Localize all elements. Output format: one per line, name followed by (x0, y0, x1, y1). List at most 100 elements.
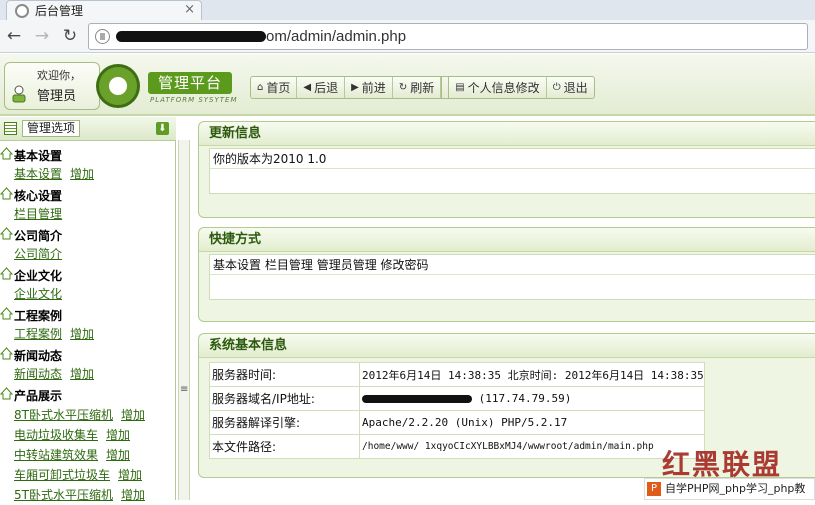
redacted-domain (362, 395, 472, 403)
platform-subtitle: PLATFORM SYSYTEM (150, 96, 238, 104)
row-value-cell: (117.74.79.59) (359, 386, 705, 411)
home-label: 首页 (266, 81, 291, 95)
home-button[interactable]: ⌂ 首页 (251, 77, 298, 98)
back-arrow-icon[interactable]: ← (0, 26, 28, 46)
close-tab-icon[interactable]: × (184, 2, 195, 17)
menu-link-add[interactable]: 增加 (121, 408, 145, 422)
user-icon (12, 85, 26, 103)
logout-button[interactable]: ⏻ 退出 (547, 77, 594, 98)
shortcut-columns[interactable]: 栏目管理 (265, 258, 313, 272)
shortcut-change-password[interactable]: 修改密码 (381, 258, 429, 272)
sysinfo-panel-title: 系统基本信息 (199, 334, 815, 358)
power-icon: ⏻ (552, 82, 561, 93)
sysinfo-table: 服务器时间: 2012年6月14日 14:38:35 北京时间: 2012年6月… (209, 362, 705, 459)
menu-link-basic-settings[interactable]: 基本设置 (14, 167, 62, 181)
back-label: 后退 (314, 81, 339, 95)
menu-link-projects[interactable]: 工程案例 (14, 327, 62, 341)
browser-tab[interactable]: 后台管理 × (6, 0, 202, 20)
shortcuts-box: 基本设置 栏目管理 管理员管理 修改密码 (209, 254, 815, 300)
home-small-icon (0, 387, 13, 400)
menu-group-projects: 工程案例 工程案例 增加 (0, 307, 170, 343)
url-path: om/admin/admin.php (266, 28, 407, 45)
home-small-icon (0, 307, 13, 320)
menu-group-title: 核心设置 (14, 189, 63, 203)
menu-link-add[interactable]: 增加 (106, 428, 130, 442)
menu-link-product[interactable]: 中转站建筑效果 (14, 448, 98, 462)
menu-link-product[interactable]: 8T卧式水平压缩机 (14, 408, 113, 422)
menu-group-title: 新闻动态 (14, 349, 63, 363)
reload-icon[interactable]: ↻ (56, 26, 84, 46)
home-icon: ⌂ (257, 82, 264, 93)
menu-group-title: 基本设置 (14, 149, 63, 163)
menu-link-company[interactable]: 公司简介 (14, 247, 62, 261)
platform-title: 管理平台 (148, 72, 232, 94)
table-row: 服务器解译引擎: Apache/2.2.20 (Unix) PHP/5.2.17 (209, 410, 705, 435)
row-value: 2012年6月14日 14:38:35 北京时间: 2012年6月14日 14:… (359, 362, 705, 387)
menu-group-products: 产品展示 8T卧式水平压缩机 增加 电动垃圾收集车 增加 中转站建筑效果 增加 车厢可… (0, 387, 170, 505)
update-panel: 更新信息 你的版本为2010 1.0 (198, 121, 815, 218)
menu-link-add[interactable]: 增加 (106, 448, 130, 462)
watermark-footer-text: 自学PHP网_php学习_php教 (665, 482, 806, 495)
menu-link-columns[interactable]: 栏目管理 (14, 207, 62, 221)
menu-link-add[interactable]: 增加 (70, 167, 94, 181)
welcome-text: 欢迎你， (37, 69, 81, 82)
menu-group-title: 工程案例 (14, 309, 63, 323)
update-box: 你的版本为2010 1.0 (209, 148, 815, 194)
frame-splitter[interactable]: ≡ (178, 140, 190, 500)
menu-group-title: 企业文化 (14, 269, 63, 283)
refresh-icon: ↻ (398, 82, 408, 93)
watermark-brand: 红黑联盟 (662, 448, 783, 481)
menu-group-core: 核心设置 栏目管理 (0, 187, 170, 223)
p-logo-icon: P (647, 482, 661, 496)
forward-arrow-icon[interactable]: → (28, 26, 56, 46)
top-nav: ⌂ 首页 ◀ 后退 ▶ 前进 ↻ 刷新 ▤ 个人信息修改 ⏻ 退出 (250, 76, 595, 99)
refresh-button[interactable]: ↻ 刷新 (393, 77, 442, 98)
table-row: 服务器时间: 2012年6月14日 14:38:35 北京时间: 2012年6月… (209, 362, 705, 387)
row-value: /home/www/ 1xqyoCIcXYLBBxMJ4/wwwroot/adm… (359, 434, 705, 459)
table-row: 本文件路径: /home/www/ 1xqyoCIcXYLBBxMJ4/wwwr… (209, 434, 705, 459)
browser-tab-bar: 后台管理 × (0, 0, 815, 20)
platform-logo (96, 64, 140, 108)
sidebar-title: 管理选项 (22, 120, 81, 137)
home-small-icon (0, 227, 13, 240)
list-icon: ▤ (455, 82, 465, 93)
row-label: 服务器时间: (209, 362, 360, 387)
version-text: 你的版本为2010 1.0 (210, 149, 815, 169)
row-label: 服务器解译引擎: (209, 410, 360, 435)
collapse-arrow-icon[interactable]: ⬇ (156, 122, 169, 135)
menu-link-product[interactable]: 电动垃圾收集车 (14, 428, 98, 442)
shortcuts-panel: 快捷方式 基本设置 栏目管理 管理员管理 修改密码 (198, 227, 815, 322)
home-small-icon (0, 187, 13, 200)
shortcut-admins[interactable]: 管理员管理 (317, 258, 377, 272)
profile-button[interactable]: ▤ 个人信息修改 (449, 77, 547, 98)
menu-link-news[interactable]: 新闻动态 (14, 367, 62, 381)
page-info-icon[interactable] (95, 29, 110, 44)
menu-group-title: 产品展示 (14, 389, 63, 403)
redacted-domain (116, 31, 266, 42)
menu-link-product[interactable]: 车厢可卸式垃圾车 (14, 468, 110, 482)
left-triangle-icon: ◀ (303, 82, 312, 93)
menu-group-title: 公司简介 (14, 229, 63, 243)
list-item: 5T卧式水平压缩机 增加 (0, 485, 170, 505)
welcome-box: 欢迎你， 管理员 (4, 62, 100, 110)
back-button[interactable]: ◀ 后退 (297, 77, 346, 98)
menu-link-add[interactable]: 增加 (70, 327, 94, 341)
nav-separator (441, 77, 450, 98)
address-bar[interactable]: om/admin/admin.php (88, 23, 808, 50)
menu-link-add[interactable]: 增加 (70, 367, 94, 381)
splitter-grip-icon[interactable]: ≡ (180, 384, 188, 395)
sidebar: 管理选项 ⬇ 基本设置 基本设置 增加 核心设置 栏目管理 公司简介 公司简介 企… (0, 117, 176, 502)
shortcut-links: 基本设置 栏目管理 管理员管理 修改密码 (210, 255, 815, 275)
profile-label: 个人信息修改 (467, 81, 540, 95)
home-small-icon (0, 267, 13, 280)
shortcut-basic-settings[interactable]: 基本设置 (213, 258, 261, 272)
forward-button[interactable]: ▶ 前进 (345, 77, 393, 98)
watermark-footer: P 自学PHP网_php学习_php教 (644, 478, 815, 500)
list-item: 8T卧式水平压缩机 增加 (0, 405, 170, 425)
row-label: 服务器域名/IP地址: (209, 386, 360, 411)
row-label: 本文件路径: (209, 434, 360, 459)
menu-link-add[interactable]: 增加 (118, 468, 142, 482)
menu-link-culture[interactable]: 企业文化 (14, 287, 62, 301)
right-triangle-icon: ▶ (351, 82, 359, 93)
forward-label: 前进 (361, 81, 386, 95)
